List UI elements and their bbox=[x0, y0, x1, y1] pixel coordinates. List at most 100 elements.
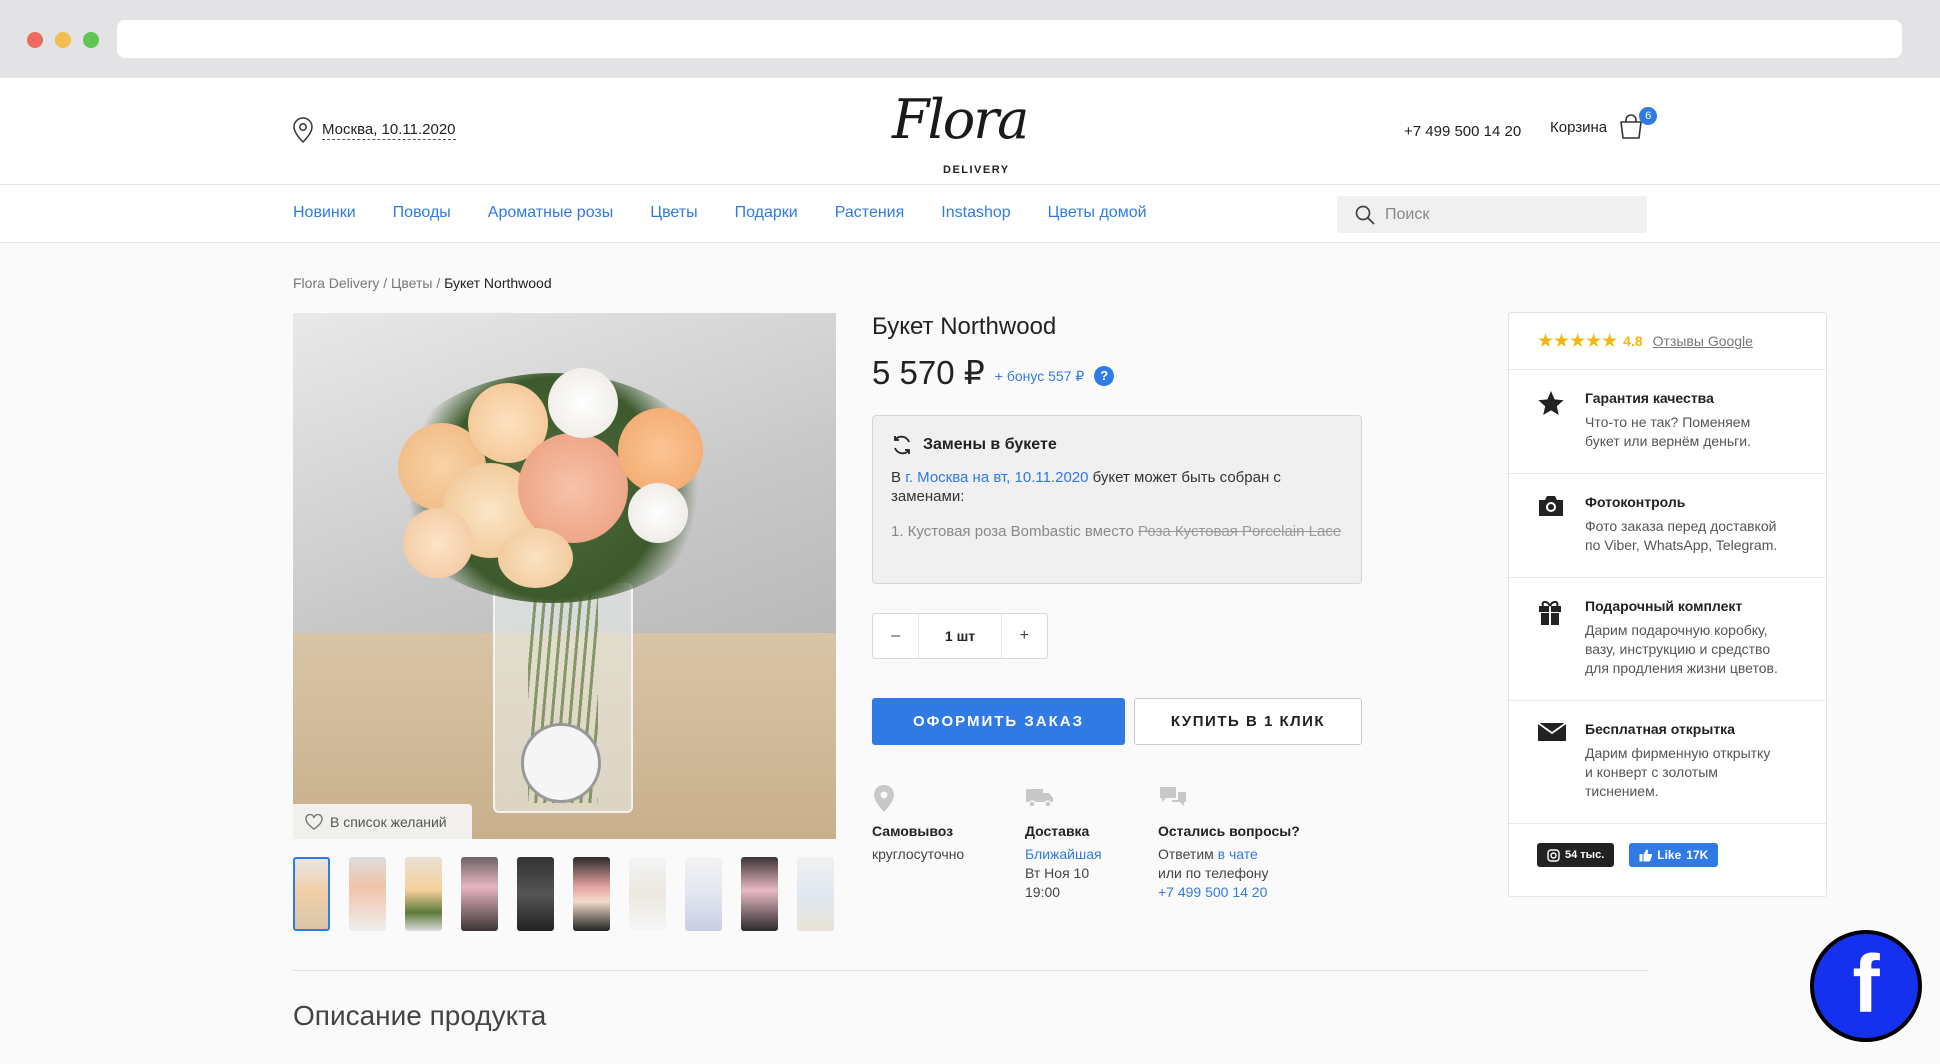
thumbnail[interactable] bbox=[797, 857, 834, 931]
product-page: Flora Delivery / Цветы / Букет Northwood… bbox=[0, 243, 1940, 1064]
questions-info: Остались вопросы? Ответим в чате или по … bbox=[1158, 784, 1300, 902]
feature-photo-control: Фотоконтроль Фото заказа перед доставкой… bbox=[1509, 474, 1826, 578]
search-box[interactable] bbox=[1337, 196, 1647, 233]
thumbnail[interactable] bbox=[293, 857, 330, 931]
feature-description: Фото заказа перед доставкой по Viber, Wh… bbox=[1585, 517, 1777, 555]
thumbnail[interactable] bbox=[685, 857, 722, 931]
place-order-button[interactable]: ОФОРМИТЬ ЗАКАЗ bbox=[872, 698, 1125, 745]
buy-one-click-button[interactable]: КУПИТЬ В 1 КЛИК bbox=[1134, 698, 1362, 745]
flora-logo[interactable]: Flora DELIVERY bbox=[880, 88, 1060, 178]
instagram-count: 54 тыс. bbox=[1565, 849, 1605, 861]
wishlist-label: В список желаний bbox=[330, 813, 447, 830]
logo-script: Flora bbox=[892, 88, 1029, 151]
nav-item-home-flowers[interactable]: Цветы домой bbox=[1048, 204, 1147, 222]
chat-link[interactable]: в чате bbox=[1218, 846, 1258, 862]
facebook-like-button[interactable]: Like 17K bbox=[1629, 843, 1719, 867]
cart-label: Корзина bbox=[1550, 118, 1608, 136]
bouquet-rose bbox=[548, 368, 618, 438]
thumbnail[interactable] bbox=[349, 857, 386, 931]
bouquet-rose bbox=[628, 483, 688, 543]
thumbnail[interactable] bbox=[517, 857, 554, 931]
product-photo[interactable] bbox=[293, 313, 836, 839]
chat-icon bbox=[1160, 787, 1186, 806]
price-row: 5 570 ₽ + бонус 557 ₽ ? bbox=[872, 353, 1115, 392]
feature-description: Что-то не так? Поменяем букет или вернём… bbox=[1585, 413, 1751, 451]
feature-line: Фото заказа перед доставкой bbox=[1585, 518, 1777, 534]
delivery-title: Доставка bbox=[1025, 823, 1090, 839]
address-bar[interactable] bbox=[117, 20, 1902, 58]
search-icon bbox=[1355, 205, 1375, 225]
facebook-like-count: 17K bbox=[1686, 848, 1709, 862]
heart-icon bbox=[305, 813, 323, 830]
delivery-nearest-link[interactable]: Ближайшая bbox=[1025, 845, 1102, 864]
breadcrumb: Flora Delivery / Цветы / Букет Northwood bbox=[293, 275, 552, 291]
bouquet-rose bbox=[618, 408, 703, 493]
refresh-icon bbox=[894, 435, 910, 455]
facebook-floating-button[interactable]: f bbox=[1810, 930, 1922, 1042]
bouquet-rose bbox=[498, 528, 573, 588]
delivery-info: Доставка Ближайшая Вт Ноя 10 19:00 bbox=[1025, 784, 1102, 902]
breadcrumb-current: Букет Northwood bbox=[444, 275, 552, 291]
thumbnail[interactable] bbox=[741, 857, 778, 931]
social-buttons: 54 тыс. Like 17K bbox=[1509, 824, 1826, 867]
thumbnail[interactable] bbox=[573, 857, 610, 931]
google-reviews-link[interactable]: Отзывы Google bbox=[1653, 333, 1753, 349]
replacements-date-link[interactable]: г. Москва на вт, 10.11.2020 bbox=[905, 469, 1088, 486]
bonus-help-icon[interactable]: ? bbox=[1094, 365, 1115, 386]
feature-quality: Гарантия качества Что-то не так? Поменяе… bbox=[1509, 370, 1826, 474]
breadcrumb-root[interactable]: Flora Delivery bbox=[293, 275, 379, 291]
close-window-button[interactable] bbox=[27, 32, 43, 48]
bouquet-peony bbox=[518, 433, 628, 543]
quantity-stepper: – 1 шт + bbox=[872, 613, 1048, 659]
product-price: 5 570 ₽ bbox=[872, 354, 985, 391]
header-phone[interactable]: +7 499 500 14 20 bbox=[1404, 123, 1521, 140]
pickup-text: круглосуточно bbox=[872, 846, 965, 862]
nav-item-flowers[interactable]: Цветы bbox=[650, 204, 697, 222]
breadcrumb-separator: / bbox=[432, 275, 445, 291]
benefits-panel: ★★★★★ 4.8 Отзывы Google Гарантия качеств… bbox=[1508, 312, 1827, 897]
qty-decrease-button[interactable]: – bbox=[873, 614, 918, 658]
maximize-window-button[interactable] bbox=[83, 32, 99, 48]
wishlist-button[interactable]: В список желаний bbox=[293, 804, 472, 839]
instagram-button[interactable]: 54 тыс. bbox=[1537, 843, 1615, 867]
feature-title: Фотоконтроль bbox=[1585, 494, 1686, 510]
nav-item-instashop[interactable]: Instashop bbox=[941, 204, 1010, 222]
nav-item-gifts[interactable]: Подарки bbox=[735, 204, 798, 222]
nav-item-fragrant-roses[interactable]: Ароматные розы bbox=[488, 204, 613, 222]
minimize-window-button[interactable] bbox=[55, 32, 71, 48]
replacement-item-text: 1. Кустовая роза Bombastic вместо bbox=[891, 523, 1138, 540]
replacements-title: Замены в букете bbox=[923, 436, 1057, 453]
nav-item-new[interactable]: Новинки bbox=[293, 204, 356, 222]
questions-title: Остались вопросы? bbox=[1158, 823, 1300, 839]
camera-icon bbox=[1539, 496, 1563, 516]
thumbnail[interactable] bbox=[461, 857, 498, 931]
feature-line: для продления жизни цветов. bbox=[1585, 660, 1778, 676]
thumbnail-strip bbox=[293, 857, 834, 931]
questions-phone-text: или по телефону bbox=[1158, 865, 1269, 881]
feature-free-card: Бесплатная открытка Дарим фирменную откр… bbox=[1509, 701, 1826, 824]
delivery-time: 19:00 bbox=[1025, 884, 1061, 900]
cart-button[interactable]: Корзина 6 bbox=[1550, 107, 1658, 141]
qty-increase-button[interactable]: + bbox=[1002, 614, 1047, 658]
feature-line: Дарим подарочную коробку, bbox=[1585, 622, 1768, 638]
thumbnail[interactable] bbox=[405, 857, 442, 931]
cart-count-badge: 6 bbox=[1639, 107, 1658, 125]
section-divider bbox=[293, 970, 1648, 971]
thumbnail[interactable] bbox=[629, 857, 666, 931]
replacements-box: Замены в букете В г. Москва на вт, 10.11… bbox=[872, 415, 1362, 584]
questions-phone-link[interactable]: +7 499 500 14 20 bbox=[1158, 883, 1300, 902]
nav-item-plants[interactable]: Растения bbox=[835, 204, 905, 222]
breadcrumb-section[interactable]: Цветы bbox=[391, 275, 432, 291]
location-label: Москва, 10.11.2020 bbox=[322, 120, 456, 140]
gift-icon bbox=[1539, 600, 1561, 625]
pickup-info: Самовывоз круглосуточно bbox=[872, 784, 964, 864]
location-selector[interactable]: Москва, 10.11.2020 bbox=[292, 117, 456, 143]
qty-value[interactable]: 1 шт bbox=[918, 614, 1002, 658]
nav-item-occasions[interactable]: Поводы bbox=[393, 204, 451, 222]
cart-icon: 6 bbox=[1617, 107, 1658, 141]
search-input[interactable] bbox=[1385, 205, 1625, 224]
feature-line: тиснением. bbox=[1585, 783, 1659, 799]
envelope-icon bbox=[1537, 722, 1567, 741]
bonus-amount: + бонус 557 ₽ bbox=[994, 368, 1085, 384]
product-title: Букет Northwood bbox=[872, 313, 1057, 340]
